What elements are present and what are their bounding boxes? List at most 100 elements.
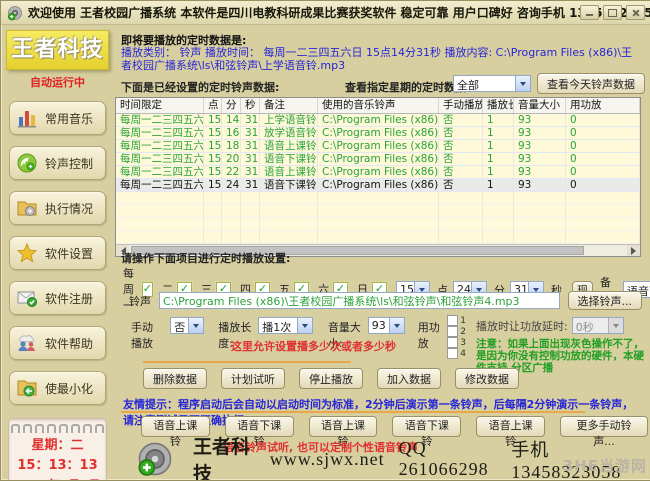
table-row[interactable]: 每周一二三四五六日151431上学语音铃声C:\Program Files (x… xyxy=(116,114,640,127)
column-header: 分 xyxy=(222,98,241,113)
scroll-right-icon xyxy=(631,247,640,255)
sidebar-item[interactable]: 软件帮助 xyxy=(9,326,106,360)
window-controls xyxy=(580,5,645,20)
table-cell xyxy=(204,205,222,217)
table-cell xyxy=(514,218,566,230)
length-hint: 这里允许设置播多少次或者多少秒 xyxy=(231,338,396,354)
sidebar-item[interactable]: 执行情况 xyxy=(9,191,106,225)
checkbox-unchecked[interactable] xyxy=(447,326,458,337)
action-button[interactable]: 删除数据 xyxy=(143,368,207,389)
table-row[interactable]: 每周一二三四五六日152231语音上课铃声C:\Program Files (x… xyxy=(116,166,640,179)
table-cell: 15 xyxy=(204,140,222,152)
table-cell: 18 xyxy=(222,140,241,152)
upcoming-detail: 播放类别： 铃声 播放时间： 每周一二三四五六日 15点14分31秒 播放内容:… xyxy=(121,46,641,72)
table-row[interactable]: 每周一二三四五六日151631放学语音铃声C:\Program Files (x… xyxy=(116,127,640,140)
manual-play-select[interactable]: 否 xyxy=(170,317,204,334)
view-today-button[interactable]: 查看今天铃声数据 xyxy=(537,73,645,94)
table-cell: 15 xyxy=(204,127,222,139)
table-row[interactable]: 每周一二三四五六日152031语音下课铃声C:\Program Files (x… xyxy=(116,153,640,166)
table-cell xyxy=(222,218,241,230)
checkbox-unchecked[interactable] xyxy=(447,348,458,359)
table-cell: 每周一二三四五六日 xyxy=(116,114,204,126)
amp-delay-group: 播放时让功放延时: 0秒 注意：如果上面出现灰色操作不了，是因为你没有控制功放的… xyxy=(476,317,648,374)
table-header-row: 时间限定点分秒备注使用的音乐铃声手动播放播放长音量大小用功放 xyxy=(116,98,640,114)
table-cell: 语音上课铃声 xyxy=(260,166,318,178)
clock-time: 15：13：13 xyxy=(11,456,104,476)
divider-line xyxy=(121,411,585,413)
action-buttons: 删除数据计划试听停止播放加入数据修改数据 xyxy=(143,368,519,389)
volume-select[interactable]: 93 xyxy=(368,317,405,334)
sidebar-item[interactable]: 铃声控制 xyxy=(9,146,106,180)
amp-channel-option[interactable]: 3 xyxy=(447,337,466,348)
sidebar-item[interactable]: 软件注册 xyxy=(9,281,106,315)
table-cell: 22 xyxy=(222,166,241,178)
table-cell xyxy=(204,231,222,243)
choose-bell-button[interactable]: 选择铃声... xyxy=(568,291,643,310)
table-cell xyxy=(222,192,241,204)
table-cell xyxy=(566,205,640,217)
table-cell: 否 xyxy=(439,127,483,139)
chevron-down-icon xyxy=(297,318,312,333)
table-cell: 15 xyxy=(204,166,222,178)
table-cell xyxy=(514,231,566,243)
manual-bell-button[interactable]: 语音下课铃 xyxy=(392,416,461,437)
scroll-right-button[interactable] xyxy=(627,245,640,256)
amp-channel-label: 3 xyxy=(460,338,466,348)
table-row[interactable]: 每周一二三四五六日152431语音下课铃声C:\Program Files (x… xyxy=(116,179,640,192)
action-button[interactable]: 加入数据 xyxy=(377,368,441,389)
manual-bell-button[interactable]: 更多手动铃声... xyxy=(560,416,648,437)
amp-channel-option[interactable]: 2 xyxy=(447,326,466,337)
checkbox-unchecked[interactable] xyxy=(447,315,458,326)
main-panel: 即将要播放的定时数据是: 播放类别： 铃声 播放时间： 每周一二三四五六日 15… xyxy=(113,27,648,477)
bell-path-input[interactable] xyxy=(159,292,560,309)
footer-brand: 王者科技 xyxy=(193,432,254,481)
table-cell xyxy=(204,218,222,230)
clock-weekday: 星期：二 xyxy=(11,436,104,456)
column-header: 播放长 xyxy=(483,98,514,113)
table-row[interactable]: 每周一二三四五六日151831语音上课铃声C:\Program Files (x… xyxy=(116,140,640,153)
checkbox-unchecked[interactable] xyxy=(447,337,458,348)
sidebar-item[interactable]: 常用音乐 xyxy=(9,101,106,135)
window-title: 欢迎使用 王者校园广播系统 本软件是四川电教科研成果比赛获奖软件 稳定可靠 用户… xyxy=(28,4,650,21)
table-cell xyxy=(318,205,439,217)
footer-qq: QQ 261066298 xyxy=(399,438,498,480)
table-cell xyxy=(439,192,483,204)
table-cell xyxy=(514,205,566,217)
table-cell xyxy=(483,231,514,243)
table-cell xyxy=(241,205,260,217)
sidebar-item[interactable]: 软件设置 xyxy=(9,236,106,270)
table-cell: 15 xyxy=(204,179,222,191)
table-cell xyxy=(241,231,260,243)
manual-bell-button[interactable]: 语音上课铃 xyxy=(309,416,378,437)
amp-channel-option[interactable]: 1 xyxy=(447,315,466,326)
spiral-binding xyxy=(11,424,104,433)
table-cell xyxy=(241,192,260,204)
table-cell: 14 xyxy=(222,114,241,126)
close-button[interactable] xyxy=(626,5,645,20)
table-cell xyxy=(318,231,439,243)
amp-channels: 1234 xyxy=(447,315,466,359)
table-cell: 0 xyxy=(566,179,640,191)
chevron-down-icon xyxy=(389,318,404,333)
minimize-button[interactable] xyxy=(580,5,599,20)
amp-channel-label: 4 xyxy=(460,349,466,359)
table-cell xyxy=(566,192,640,204)
table-empty-row xyxy=(116,192,640,205)
footer-site[interactable]: www.sjwx.net xyxy=(270,449,385,470)
action-button[interactable]: 停止播放 xyxy=(299,368,363,389)
action-button[interactable]: 计划试听 xyxy=(221,368,285,389)
amp-channel-option[interactable]: 4 xyxy=(447,348,466,359)
column-header: 秒 xyxy=(241,98,260,113)
sidebar-item[interactable]: 使最小化 xyxy=(9,371,106,405)
table-cell: 93 xyxy=(514,140,566,152)
maximize-button[interactable] xyxy=(603,5,622,20)
table-cell: C:\Program Files (x86)\王... xyxy=(318,166,439,178)
manual-bell-button[interactable]: 语音上课铃 xyxy=(476,416,545,437)
titlebar: 欢迎使用 王者校园广播系统 本软件是四川电教科研成果比赛获奖软件 稳定可靠 用户… xyxy=(1,1,650,25)
action-button[interactable]: 修改数据 xyxy=(455,368,519,389)
table-cell xyxy=(116,218,204,230)
bell-label: 铃声 xyxy=(129,293,151,309)
play-length-select[interactable]: 播1次 xyxy=(258,317,313,334)
week-filter-select[interactable]: 全部 xyxy=(453,75,531,92)
folder-gear-icon xyxy=(16,197,38,219)
